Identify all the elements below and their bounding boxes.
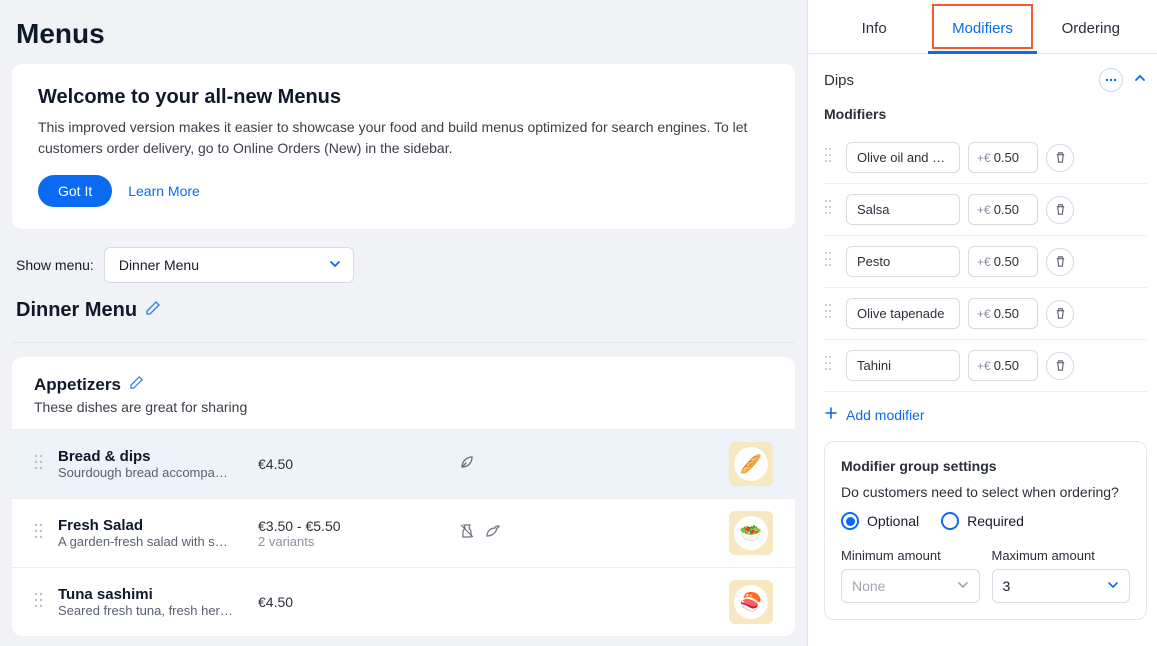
modifier-price-input[interactable]: +€0.50 xyxy=(968,298,1038,329)
dish-desc: Sourdough bread accompa… xyxy=(58,465,243,480)
chevron-up-icon[interactable] xyxy=(1133,71,1147,90)
max-amount-label: Maximum amount xyxy=(992,548,1131,563)
section-desc: These dishes are great for sharing xyxy=(34,399,773,415)
dairy-free-icon xyxy=(458,522,476,545)
menu-select[interactable]: Dinner Menu xyxy=(104,247,354,283)
chevron-down-icon xyxy=(957,578,969,594)
radio-optional-label: Optional xyxy=(867,513,919,529)
drag-handle-icon[interactable] xyxy=(34,591,48,614)
menu-heading: Dinner Menu xyxy=(16,299,137,322)
chevron-down-icon xyxy=(329,257,341,273)
trash-button[interactable] xyxy=(1046,144,1074,172)
dish-desc: Seared fresh tuna, fresh her… xyxy=(58,603,243,618)
modifier-row: Tahini +€0.50 xyxy=(824,340,1147,392)
showmenu-label: Show menu: xyxy=(16,257,94,273)
welcome-desc: This improved version makes it easier to… xyxy=(38,117,769,159)
trash-button[interactable] xyxy=(1046,352,1074,380)
modifier-settings-box: Modifier group settings Do customers nee… xyxy=(824,441,1147,620)
page-title: Menus xyxy=(0,0,807,64)
min-amount-label: Minimum amount xyxy=(841,548,980,563)
modifier-name-input[interactable]: Olive oil and Balsamic xyxy=(846,142,960,173)
tab-modifiers[interactable]: Modifiers xyxy=(928,0,1036,53)
min-amount-value: None xyxy=(852,578,885,594)
learnmore-link[interactable]: Learn More xyxy=(128,183,200,199)
radio-icon xyxy=(941,512,959,530)
max-amount-select[interactable]: 3 xyxy=(992,569,1131,603)
modifier-price-input[interactable]: +€0.50 xyxy=(968,350,1038,381)
trash-button[interactable] xyxy=(1046,300,1074,328)
chevron-down-icon xyxy=(1107,578,1119,594)
welcome-title: Welcome to your all-new Menus xyxy=(38,86,769,109)
dish-thumb: 🍣 xyxy=(729,580,773,624)
modifier-price-input[interactable]: +€0.50 xyxy=(968,246,1038,277)
section-title: Appetizers xyxy=(34,375,121,395)
radio-icon xyxy=(841,512,859,530)
add-modifier-label: Add modifier xyxy=(846,407,925,423)
modifier-name-input[interactable]: Pesto xyxy=(846,246,960,277)
modifier-row: Olive oil and Balsamic +€0.50 xyxy=(824,132,1147,184)
drag-handle-icon[interactable] xyxy=(824,251,838,272)
more-button[interactable] xyxy=(1099,68,1123,92)
modifier-price-input[interactable]: +€0.50 xyxy=(968,142,1038,173)
dish-thumb: 🥖 xyxy=(729,442,773,486)
menu-select-value: Dinner Menu xyxy=(119,257,199,273)
dish-thumb: 🥗 xyxy=(729,511,773,555)
trash-button[interactable] xyxy=(1046,196,1074,224)
drag-handle-icon[interactable] xyxy=(824,147,838,168)
drag-handle-icon[interactable] xyxy=(824,199,838,220)
modifier-group-title: Dips xyxy=(824,72,854,89)
tab-ordering[interactable]: Ordering xyxy=(1037,0,1145,53)
pencil-icon[interactable] xyxy=(145,300,161,321)
drag-handle-icon[interactable] xyxy=(34,453,48,476)
radio-required[interactable]: Required xyxy=(941,512,1024,530)
modifier-price-input[interactable]: +€0.50 xyxy=(968,194,1038,225)
drag-handle-icon[interactable] xyxy=(824,303,838,324)
chili-icon xyxy=(484,522,502,545)
max-amount-value: 3 xyxy=(1003,578,1011,594)
dish-price: €4.50 xyxy=(258,594,448,610)
dish-name: Tuna sashimi xyxy=(58,586,248,603)
modifiers-subheading: Modifiers xyxy=(824,106,1147,122)
modifier-row: Salsa +€0.50 xyxy=(824,184,1147,236)
min-amount-select[interactable]: None xyxy=(841,569,980,603)
welcome-card: Welcome to your all-new Menus This impro… xyxy=(12,64,795,229)
leaf-icon xyxy=(458,453,476,476)
modifier-row: Olive tapenade +€0.50 xyxy=(824,288,1147,340)
modifier-name-input[interactable]: Olive tapenade xyxy=(846,298,960,329)
modifier-name-input[interactable]: Tahini xyxy=(846,350,960,381)
settings-question: Do customers need to select when orderin… xyxy=(841,484,1130,500)
dish-name: Bread & dips xyxy=(58,448,248,465)
dish-row[interactable]: Bread & dips Sourdough bread accompa… €4… xyxy=(12,429,795,498)
pencil-icon[interactable] xyxy=(129,375,144,395)
divider xyxy=(12,342,795,343)
side-panel: Info Modifiers Ordering Dips Modifiers O… xyxy=(807,0,1157,646)
radio-optional[interactable]: Optional xyxy=(841,512,919,530)
drag-handle-icon[interactable] xyxy=(34,522,48,545)
section-card: Appetizers These dishes are great for sh… xyxy=(12,357,795,636)
dish-variants: 2 variants xyxy=(258,534,448,549)
radio-required-label: Required xyxy=(967,513,1024,529)
dish-row[interactable]: Fresh Salad A garden-fresh salad with s…… xyxy=(12,498,795,567)
modifier-name-input[interactable]: Salsa xyxy=(846,194,960,225)
plus-icon xyxy=(824,406,838,423)
settings-title: Modifier group settings xyxy=(841,458,1130,474)
modifier-row: Pesto +€0.50 xyxy=(824,236,1147,288)
gotit-button[interactable]: Got It xyxy=(38,175,112,207)
add-modifier-button[interactable]: Add modifier xyxy=(824,392,1147,437)
dish-name: Fresh Salad xyxy=(58,517,248,534)
trash-button[interactable] xyxy=(1046,248,1074,276)
drag-handle-icon[interactable] xyxy=(824,355,838,376)
dish-price: €3.50 - €5.50 xyxy=(258,518,448,534)
dish-row[interactable]: Tuna sashimi Seared fresh tuna, fresh he… xyxy=(12,567,795,636)
dish-price: €4.50 xyxy=(258,456,448,472)
tab-info[interactable]: Info xyxy=(820,0,928,53)
dish-desc: A garden-fresh salad with s… xyxy=(58,534,243,549)
